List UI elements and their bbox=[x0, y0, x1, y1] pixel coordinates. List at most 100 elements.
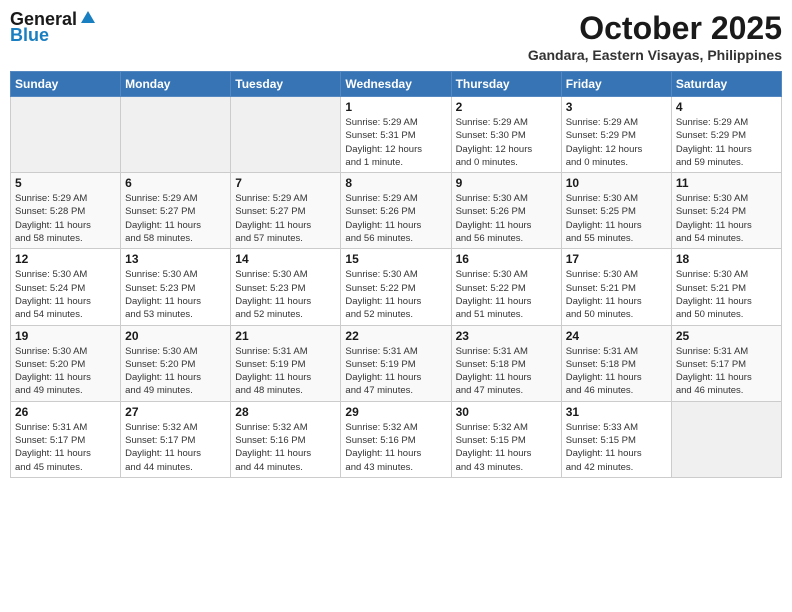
day-number: 6 bbox=[125, 176, 226, 190]
calendar-cell: 31Sunrise: 5:33 AM Sunset: 5:15 PM Dayli… bbox=[561, 401, 671, 477]
calendar-cell: 15Sunrise: 5:30 AM Sunset: 5:22 PM Dayli… bbox=[341, 249, 451, 325]
column-header-monday: Monday bbox=[121, 72, 231, 97]
calendar-cell bbox=[231, 97, 341, 173]
day-info: Sunrise: 5:32 AM Sunset: 5:16 PM Dayligh… bbox=[235, 421, 336, 474]
day-info: Sunrise: 5:30 AM Sunset: 5:25 PM Dayligh… bbox=[566, 192, 667, 245]
day-info: Sunrise: 5:33 AM Sunset: 5:15 PM Dayligh… bbox=[566, 421, 667, 474]
calendar-cell bbox=[671, 401, 781, 477]
column-header-sunday: Sunday bbox=[11, 72, 121, 97]
day-info: Sunrise: 5:31 AM Sunset: 5:18 PM Dayligh… bbox=[566, 345, 667, 398]
calendar-table: SundayMondayTuesdayWednesdayThursdayFrid… bbox=[10, 71, 782, 478]
calendar-cell: 5 Sunrise: 5:29 AM Sunset: 5:28 PM Daylig… bbox=[11, 173, 121, 249]
day-info: Sunrise: 5:31 AM Sunset: 5:18 PM Dayligh… bbox=[456, 345, 557, 398]
calendar-cell: 28 Sunrise: 5:32 AM Sunset: 5:16 PM Dayli… bbox=[231, 401, 341, 477]
day-info: Sunrise: 5:29 AM Sunset: 5:29 PM Dayligh… bbox=[676, 116, 777, 169]
day-info: Sunrise: 5:30 AM Sunset: 5:26 PM Dayligh… bbox=[456, 192, 557, 245]
day-number: 14 bbox=[235, 252, 336, 266]
calendar-week-row: 26Sunrise: 5:31 AM Sunset: 5:17 PM Dayli… bbox=[11, 401, 782, 477]
day-number: 22 bbox=[345, 329, 446, 343]
calendar-cell: 26Sunrise: 5:31 AM Sunset: 5:17 PM Dayli… bbox=[11, 401, 121, 477]
day-info: Sunrise: 5:32 AM Sunset: 5:17 PM Dayligh… bbox=[125, 421, 226, 474]
day-number: 5 bbox=[15, 176, 116, 190]
day-info: Sunrise: 5:31 AM Sunset: 5:19 PM Dayligh… bbox=[345, 345, 446, 398]
calendar-cell: 24 Sunrise: 5:31 AM Sunset: 5:18 PM Dayli… bbox=[561, 325, 671, 401]
day-number: 30 bbox=[456, 405, 557, 419]
calendar-cell: 19Sunrise: 5:30 AM Sunset: 5:20 PM Dayli… bbox=[11, 325, 121, 401]
day-number: 18 bbox=[676, 252, 777, 266]
calendar-cell: 21 Sunrise: 5:31 AM Sunset: 5:19 PM Dayli… bbox=[231, 325, 341, 401]
day-number: 4 bbox=[676, 100, 777, 114]
calendar-cell: 30Sunrise: 5:32 AM Sunset: 5:15 PM Dayli… bbox=[451, 401, 561, 477]
header: General Blue October 2025 Gandara, Easte… bbox=[10, 10, 782, 63]
calendar-cell: 9Sunrise: 5:30 AM Sunset: 5:26 PM Daylig… bbox=[451, 173, 561, 249]
column-header-saturday: Saturday bbox=[671, 72, 781, 97]
logo: General Blue bbox=[10, 10, 97, 46]
day-number: 1 bbox=[345, 100, 446, 114]
day-number: 17 bbox=[566, 252, 667, 266]
day-number: 21 bbox=[235, 329, 336, 343]
calendar-cell: 3 Sunrise: 5:29 AM Sunset: 5:29 PM Daylig… bbox=[561, 97, 671, 173]
calendar-week-row: 1Sunrise: 5:29 AM Sunset: 5:31 PM Daylig… bbox=[11, 97, 782, 173]
calendar-cell: 7 Sunrise: 5:29 AM Sunset: 5:27 PM Daylig… bbox=[231, 173, 341, 249]
day-number: 7 bbox=[235, 176, 336, 190]
day-info: Sunrise: 5:31 AM Sunset: 5:17 PM Dayligh… bbox=[676, 345, 777, 398]
calendar-cell: 13Sunrise: 5:30 AM Sunset: 5:23 PM Dayli… bbox=[121, 249, 231, 325]
day-info: Sunrise: 5:29 AM Sunset: 5:27 PM Dayligh… bbox=[125, 192, 226, 245]
calendar-cell: 17 Sunrise: 5:30 AM Sunset: 5:21 PM Dayli… bbox=[561, 249, 671, 325]
calendar-cell: 6 Sunrise: 5:29 AM Sunset: 5:27 PM Daylig… bbox=[121, 173, 231, 249]
day-info: Sunrise: 5:30 AM Sunset: 5:21 PM Dayligh… bbox=[676, 268, 777, 321]
day-info: Sunrise: 5:31 AM Sunset: 5:19 PM Dayligh… bbox=[235, 345, 336, 398]
day-number: 28 bbox=[235, 405, 336, 419]
calendar-week-row: 12 Sunrise: 5:30 AM Sunset: 5:24 PM Dayli… bbox=[11, 249, 782, 325]
day-number: 26 bbox=[15, 405, 116, 419]
calendar-cell: 4 Sunrise: 5:29 AM Sunset: 5:29 PM Daylig… bbox=[671, 97, 781, 173]
day-number: 12 bbox=[15, 252, 116, 266]
day-number: 15 bbox=[345, 252, 446, 266]
calendar-cell: 23 Sunrise: 5:31 AM Sunset: 5:18 PM Dayli… bbox=[451, 325, 561, 401]
calendar-week-row: 19Sunrise: 5:30 AM Sunset: 5:20 PM Dayli… bbox=[11, 325, 782, 401]
page: General Blue October 2025 Gandara, Easte… bbox=[0, 0, 792, 612]
column-header-thursday: Thursday bbox=[451, 72, 561, 97]
calendar-cell: 29 Sunrise: 5:32 AM Sunset: 5:16 PM Dayli… bbox=[341, 401, 451, 477]
calendar-cell: 16Sunrise: 5:30 AM Sunset: 5:22 PM Dayli… bbox=[451, 249, 561, 325]
day-number: 25 bbox=[676, 329, 777, 343]
day-info: Sunrise: 5:30 AM Sunset: 5:24 PM Dayligh… bbox=[15, 268, 116, 321]
calendar-cell: 2Sunrise: 5:29 AM Sunset: 5:30 PM Daylig… bbox=[451, 97, 561, 173]
day-info: Sunrise: 5:29 AM Sunset: 5:28 PM Dayligh… bbox=[15, 192, 116, 245]
calendar-header-row: SundayMondayTuesdayWednesdayThursdayFrid… bbox=[11, 72, 782, 97]
calendar-cell: 20Sunrise: 5:30 AM Sunset: 5:20 PM Dayli… bbox=[121, 325, 231, 401]
day-info: Sunrise: 5:32 AM Sunset: 5:16 PM Dayligh… bbox=[345, 421, 446, 474]
location: Gandara, Eastern Visayas, Philippines bbox=[528, 47, 782, 63]
calendar-cell: 8 Sunrise: 5:29 AM Sunset: 5:26 PM Daylig… bbox=[341, 173, 451, 249]
day-number: 29 bbox=[345, 405, 446, 419]
calendar-cell: 10 Sunrise: 5:30 AM Sunset: 5:25 PM Dayli… bbox=[561, 173, 671, 249]
day-info: Sunrise: 5:30 AM Sunset: 5:24 PM Dayligh… bbox=[676, 192, 777, 245]
month-title: October 2025 bbox=[528, 10, 782, 47]
column-header-friday: Friday bbox=[561, 72, 671, 97]
calendar-cell: 25 Sunrise: 5:31 AM Sunset: 5:17 PM Dayli… bbox=[671, 325, 781, 401]
day-info: Sunrise: 5:30 AM Sunset: 5:20 PM Dayligh… bbox=[15, 345, 116, 398]
day-number: 27 bbox=[125, 405, 226, 419]
day-number: 2 bbox=[456, 100, 557, 114]
calendar-cell: 18 Sunrise: 5:30 AM Sunset: 5:21 PM Dayli… bbox=[671, 249, 781, 325]
day-info: Sunrise: 5:29 AM Sunset: 5:27 PM Dayligh… bbox=[235, 192, 336, 245]
calendar-cell: 12 Sunrise: 5:30 AM Sunset: 5:24 PM Dayli… bbox=[11, 249, 121, 325]
day-number: 10 bbox=[566, 176, 667, 190]
day-number: 23 bbox=[456, 329, 557, 343]
day-info: Sunrise: 5:30 AM Sunset: 5:21 PM Dayligh… bbox=[566, 268, 667, 321]
day-number: 8 bbox=[345, 176, 446, 190]
column-header-tuesday: Tuesday bbox=[231, 72, 341, 97]
day-number: 16 bbox=[456, 252, 557, 266]
day-info: Sunrise: 5:29 AM Sunset: 5:29 PM Dayligh… bbox=[566, 116, 667, 169]
day-number: 13 bbox=[125, 252, 226, 266]
day-number: 24 bbox=[566, 329, 667, 343]
day-info: Sunrise: 5:30 AM Sunset: 5:23 PM Dayligh… bbox=[235, 268, 336, 321]
day-info: Sunrise: 5:30 AM Sunset: 5:20 PM Dayligh… bbox=[125, 345, 226, 398]
calendar-cell: 22 Sunrise: 5:31 AM Sunset: 5:19 PM Dayli… bbox=[341, 325, 451, 401]
logo-text-blue: Blue bbox=[10, 26, 49, 46]
day-info: Sunrise: 5:29 AM Sunset: 5:26 PM Dayligh… bbox=[345, 192, 446, 245]
day-number: 3 bbox=[566, 100, 667, 114]
calendar-cell bbox=[121, 97, 231, 173]
day-number: 11 bbox=[676, 176, 777, 190]
calendar-cell: 11 Sunrise: 5:30 AM Sunset: 5:24 PM Dayli… bbox=[671, 173, 781, 249]
